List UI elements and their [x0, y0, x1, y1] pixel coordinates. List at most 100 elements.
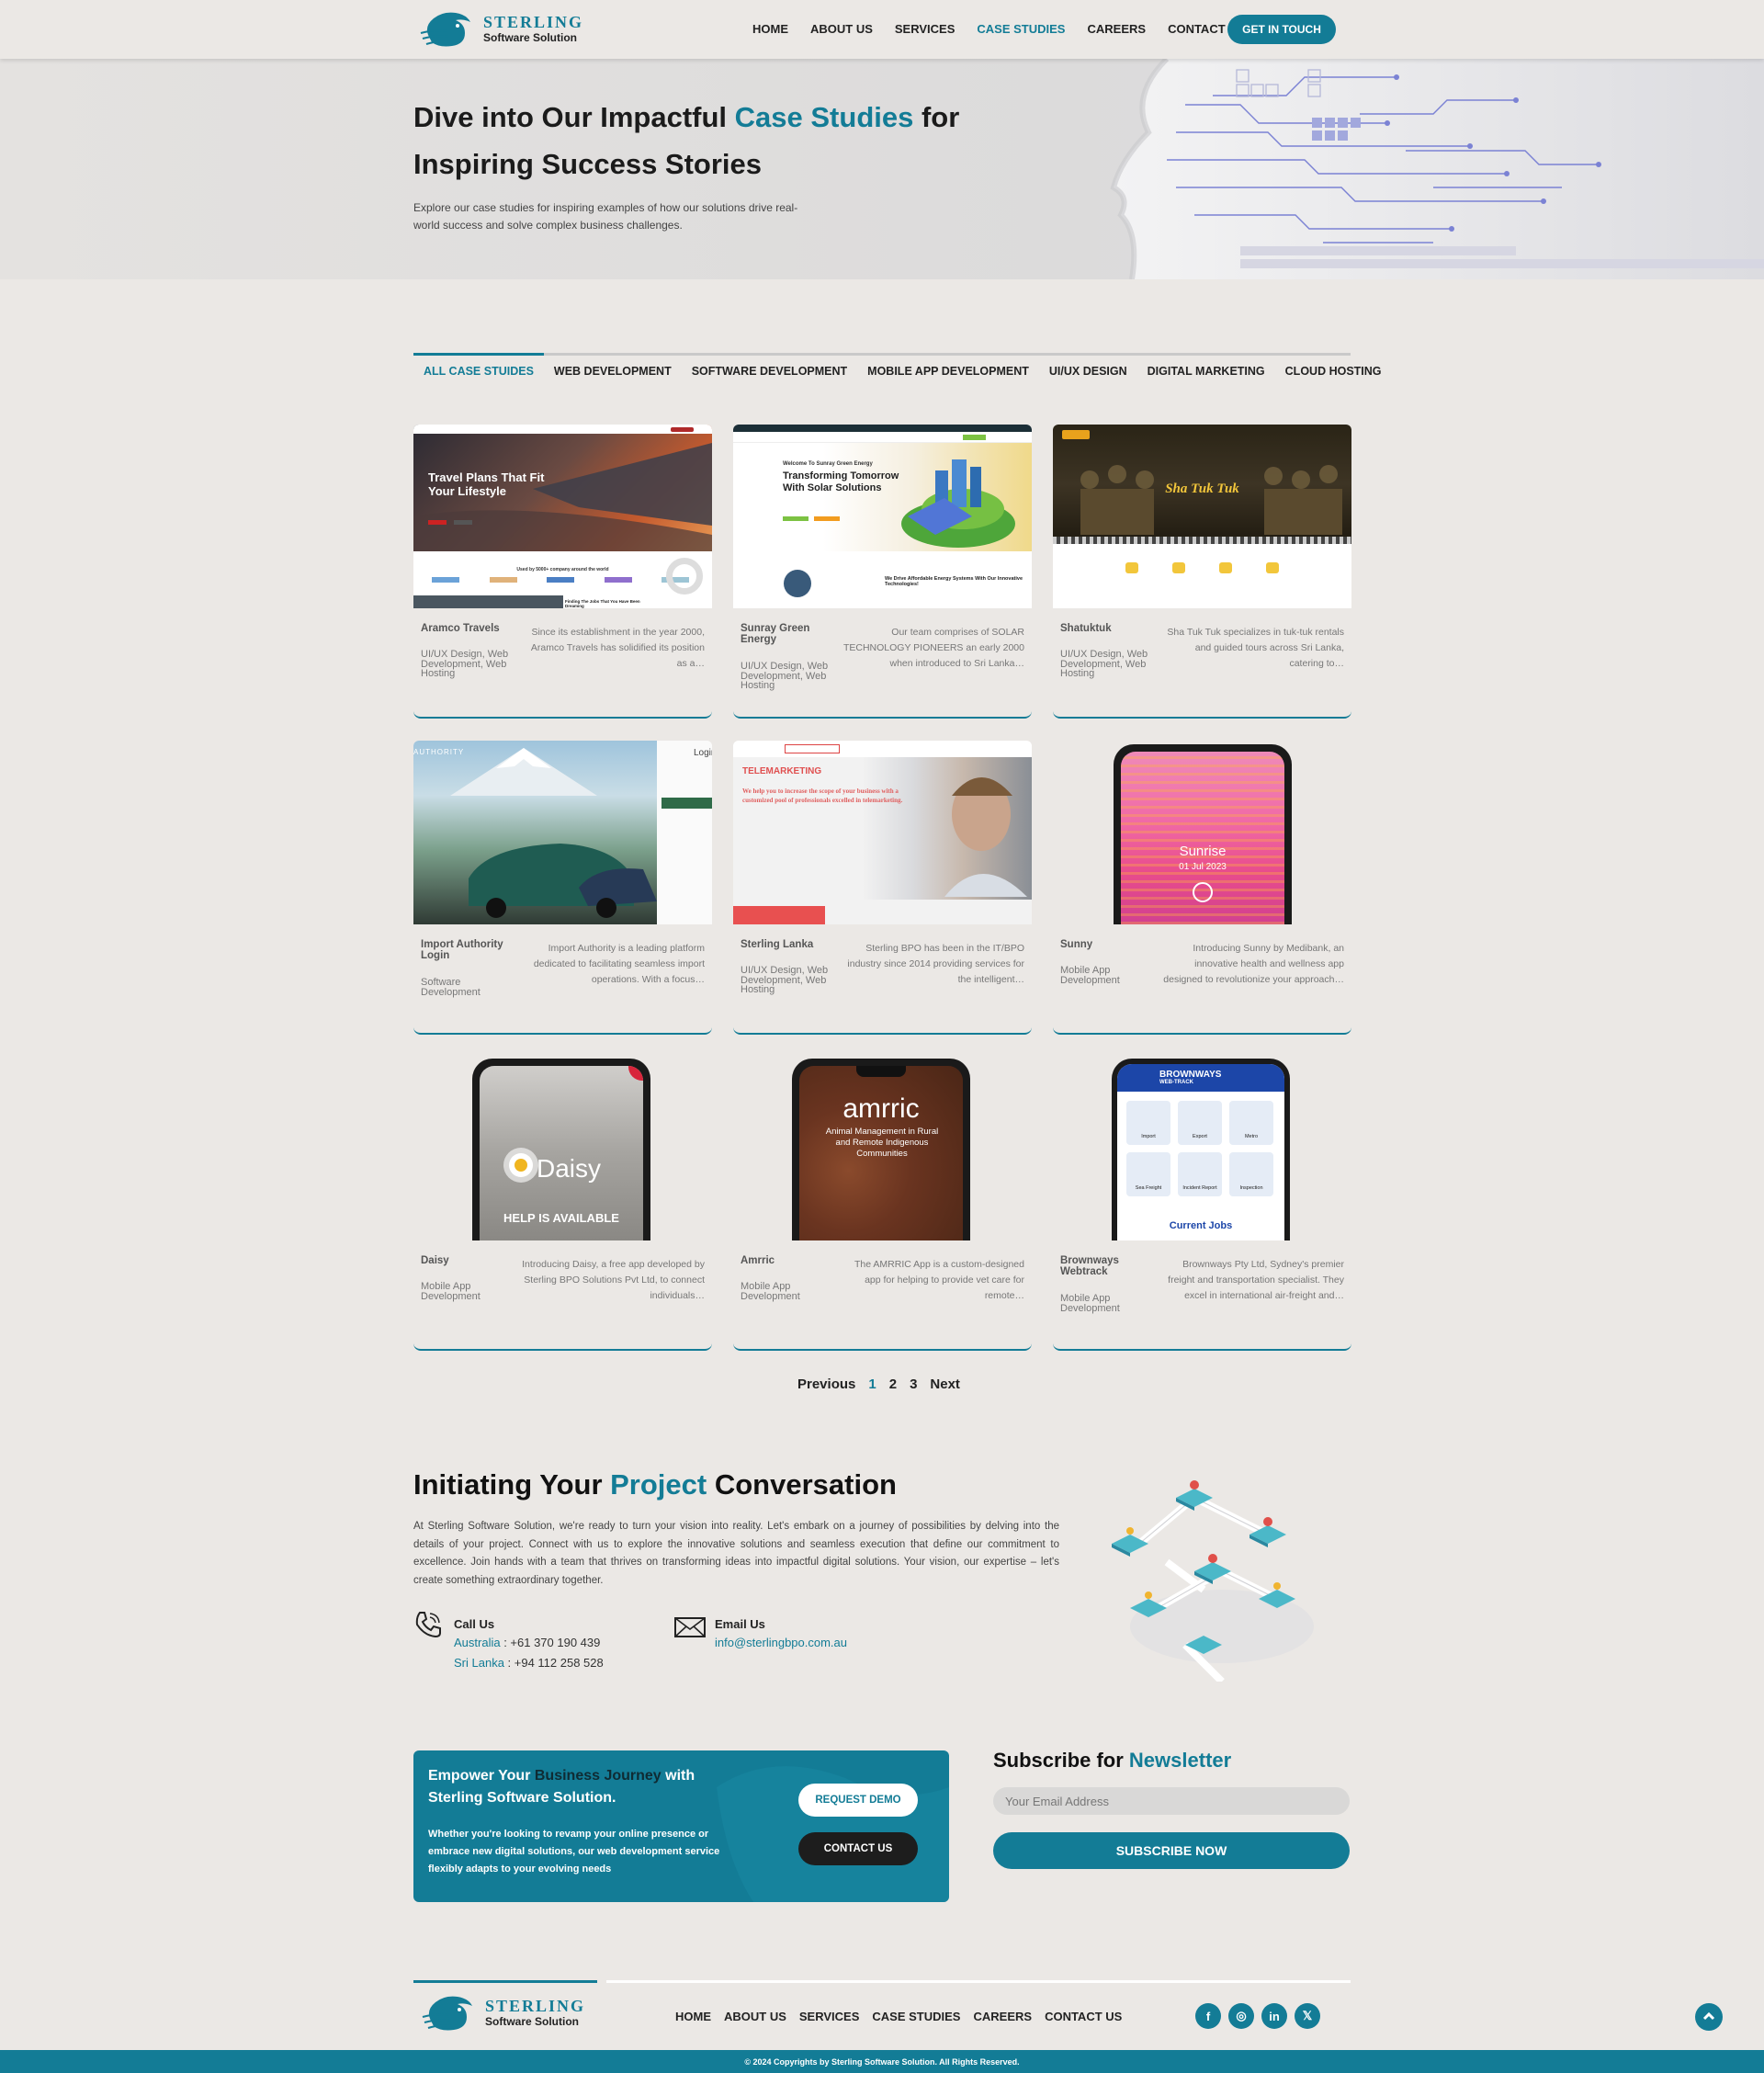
- footer-divider: [413, 1980, 1351, 1983]
- sunny-thumbnail: Sunrise 01 Jul 2023: [1053, 741, 1351, 924]
- mail-icon: [674, 1617, 706, 1637]
- card-tags: UI/UX Design, Web Development, Web Hosti…: [1060, 649, 1148, 679]
- sunray-thumbnail: Welcome To Sunray Green Energy Transform…: [733, 425, 1032, 608]
- request-demo-button[interactable]: REQUEST DEMO: [798, 1784, 918, 1817]
- phone-srilanka-link[interactable]: Sri Lanka: [454, 1656, 504, 1670]
- tab-mobile-app[interactable]: MOBILE APP DEVELOPMENT: [857, 356, 1039, 386]
- instagram-icon[interactable]: ◎: [1228, 2003, 1254, 2029]
- hero-banner: Dive into Our Impactful Case Studies for…: [0, 59, 1764, 279]
- pager-page-3[interactable]: 3: [910, 1376, 917, 1392]
- card-title: Sunny: [1060, 939, 1093, 950]
- pagination: Previous 1 2 3 Next: [797, 1376, 960, 1392]
- card-tags: UI/UX Design, Web Development, Web Hosti…: [741, 965, 829, 995]
- card-title: Aramco Travels: [421, 623, 500, 634]
- case-card-sunny[interactable]: Sunrise 01 Jul 2023 Sunny Mobile App Dev…: [1053, 741, 1351, 1035]
- footer-nav: HOME ABOUT US SERVICES CASE STUDIES CARE…: [675, 2010, 1122, 2023]
- card-description: The AMRRIC App is a custom-designed app …: [854, 1259, 1024, 1301]
- aramco-thumbnail: Travel Plans That Fit Your Lifestyle Use…: [413, 425, 712, 608]
- copyright-bar: © 2024 Copyrights by Sterling Software S…: [0, 2050, 1764, 2073]
- nav-home[interactable]: HOME: [752, 22, 788, 36]
- brand-name: STERLING: [485, 1997, 586, 2015]
- email-link[interactable]: info@sterlingbpo.com.au: [715, 1633, 847, 1653]
- case-card-daisy[interactable]: Daisy HELP IS AVAILABLE Daisy Mobile App…: [413, 1057, 712, 1351]
- hero-text: Explore our case studies for inspiring e…: [413, 201, 798, 232]
- circuit-face-illustration: [1110, 59, 1764, 279]
- phone-australia-link[interactable]: Australia: [454, 1636, 501, 1649]
- pager-page-2[interactable]: 2: [889, 1376, 897, 1392]
- case-card-sterling-lanka[interactable]: TELEMARKETING We help you to increase th…: [733, 741, 1032, 1035]
- card-tags: Mobile App Development: [1060, 965, 1120, 986]
- footer-brand-logo[interactable]: STERLING Software Solution: [421, 1991, 585, 2033]
- pager-previous[interactable]: Previous: [797, 1376, 855, 1392]
- import-authority-thumbnail: AUTHORITY Login: [413, 741, 712, 924]
- case-card-shatuktuk[interactable]: Sha Tuk Tuk Shatuktuk UI/UX Design, Web …: [1053, 425, 1351, 719]
- pager-page-1[interactable]: 1: [868, 1376, 876, 1392]
- sterling-lanka-thumbnail: TELEMARKETING We help you to increase th…: [733, 741, 1032, 924]
- footer-nav-about[interactable]: ABOUT US: [724, 2010, 786, 2023]
- tab-web-development[interactable]: WEB DEVELOPMENT: [544, 356, 682, 386]
- footer-nav-contact[interactable]: CONTACT US: [1045, 2010, 1122, 2023]
- card-title: Amrric: [741, 1255, 775, 1266]
- case-card-sunray[interactable]: Welcome To Sunray Green Energy Transform…: [733, 425, 1032, 719]
- brand-name: STERLING: [483, 13, 584, 31]
- newsletter-email-input[interactable]: [993, 1787, 1350, 1815]
- site-header: STERLING Software Solution HOME ABOUT US…: [0, 0, 1764, 59]
- x-twitter-icon[interactable]: 𝕏: [1295, 2003, 1320, 2029]
- brand-logo[interactable]: STERLING Software Solution: [419, 7, 583, 50]
- card-description: Sha Tuk Tuk specializes in tuk-tuk renta…: [1167, 627, 1344, 669]
- isometric-workflow-illustration: [1112, 1480, 1314, 1682]
- case-card-import-authority[interactable]: AUTHORITY Login Import Authority Login S…: [413, 741, 712, 1035]
- decorative-shape: [717, 1766, 949, 1902]
- card-title: Daisy: [421, 1255, 449, 1266]
- card-tags: Mobile App Development: [741, 1281, 800, 1302]
- card-title: Sunray Green Energy: [741, 623, 810, 645]
- card-description: Brownways Pty Ltd, Sydney's premier frei…: [1168, 1259, 1344, 1301]
- card-description: Import Authority is a leading platform d…: [533, 943, 705, 985]
- card-title: Brownways Webtrack: [1060, 1255, 1119, 1277]
- chevron-up-icon: [1702, 2011, 1715, 2021]
- nav-services[interactable]: SERVICES: [895, 22, 956, 36]
- scroll-to-top-button[interactable]: [1695, 2003, 1723, 2031]
- subscribe-button[interactable]: SUBSCRIBE NOW: [993, 1832, 1350, 1869]
- pager-next[interactable]: Next: [930, 1376, 960, 1392]
- lion-logo-icon: [420, 12, 470, 47]
- case-card-brownways[interactable]: BROWNWAYS WEB-TRACK Import Export Metro …: [1053, 1057, 1351, 1351]
- footer-nav-home[interactable]: HOME: [675, 2010, 711, 2023]
- card-tags: UI/UX Design, Web Development, Web Hosti…: [741, 661, 829, 691]
- brownways-thumbnail: BROWNWAYS WEB-TRACK Import Export Metro …: [1053, 1057, 1351, 1240]
- footer-nav-case-studies[interactable]: CASE STUDIES: [872, 2010, 960, 2023]
- linkedin-icon[interactable]: in: [1261, 2003, 1287, 2029]
- nav-case-studies[interactable]: CASE STUDIES: [977, 22, 1065, 36]
- case-study-tabs: ALL CASE STUIDES WEB DEVELOPMENT SOFTWAR…: [413, 353, 1382, 386]
- card-description: Our team comprises of SOLAR TECHNOLOGY P…: [842, 627, 1024, 669]
- card-title: Import Authority Login: [421, 939, 503, 961]
- card-tags: Mobile App Development: [1060, 1293, 1120, 1314]
- facebook-icon[interactable]: f: [1195, 2003, 1221, 2029]
- footer-nav-careers[interactable]: CAREERS: [973, 2010, 1032, 2023]
- tab-uiux[interactable]: UI/UX DESIGN: [1039, 356, 1137, 386]
- case-card-amrric[interactable]: amrric Animal Management in Rural and Re…: [733, 1057, 1032, 1351]
- daisy-thumbnail: Daisy HELP IS AVAILABLE: [413, 1057, 712, 1240]
- tab-all[interactable]: ALL CASE STUIDES: [413, 353, 544, 386]
- get-in-touch-button[interactable]: GET IN TOUCH: [1227, 15, 1336, 44]
- card-tags: Mobile App Development: [421, 1281, 481, 1302]
- card-description: Sterling BPO has been in the IT/BPO indu…: [847, 943, 1024, 985]
- tab-software-development[interactable]: SOFTWARE DEVELOPMENT: [682, 356, 857, 386]
- tab-digital-marketing[interactable]: DIGITAL MARKETING: [1137, 356, 1275, 386]
- brand-tagline: Software Solution: [485, 2015, 579, 2028]
- cta-title: Empower Your Business Journey with Sterl…: [428, 1768, 695, 1806]
- card-description: Introducing Sunny by Medibank, an innova…: [1163, 943, 1344, 985]
- card-description: Introducing Daisy, a free app developed …: [522, 1259, 705, 1301]
- cta-text: Whether you're looking to revamp your on…: [428, 1829, 720, 1875]
- hero-title: Dive into Our Impactful Case Studies for…: [413, 101, 960, 180]
- card-title: Sterling Lanka: [741, 939, 814, 950]
- case-card-aramco[interactable]: Travel Plans That Fit Your Lifestyle Use…: [413, 425, 712, 719]
- newsletter-title: Subscribe for Newsletter: [993, 1749, 1232, 1772]
- card-title: Shatuktuk: [1060, 623, 1112, 634]
- nav-careers[interactable]: CAREERS: [1087, 22, 1146, 36]
- card-description: Since its establishment in the year 2000…: [530, 627, 705, 669]
- tab-cloud-hosting[interactable]: CLOUD HOSTING: [1275, 356, 1392, 386]
- footer-nav-services[interactable]: SERVICES: [799, 2010, 860, 2023]
- nav-about[interactable]: ABOUT US: [810, 22, 873, 36]
- contact-us-button[interactable]: CONTACT US: [798, 1832, 918, 1865]
